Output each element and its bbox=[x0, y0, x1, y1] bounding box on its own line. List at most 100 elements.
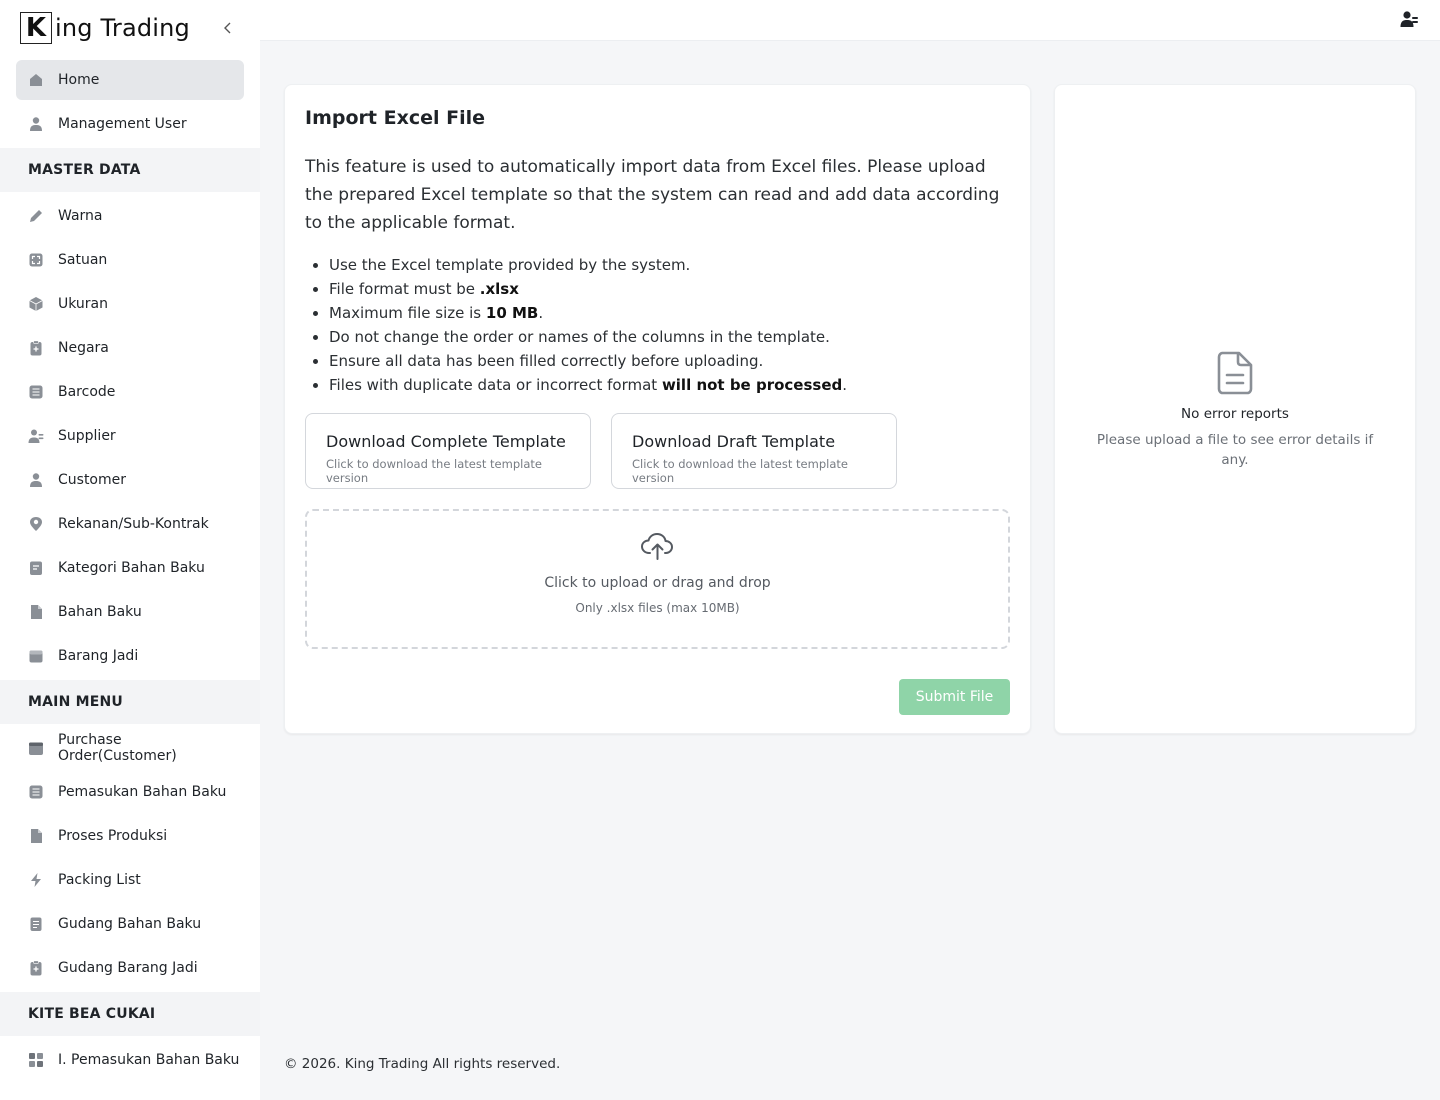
rule-item: File format must be .xlsx bbox=[329, 277, 1010, 301]
submit-file-button[interactable]: Submit File bbox=[899, 679, 1010, 715]
sidebar-section-header: MAIN MENU bbox=[0, 680, 260, 724]
sidebar-item-label: Management User bbox=[58, 116, 187, 132]
sidebar-item-home[interactable]: Home bbox=[16, 60, 244, 100]
sidebar-item-rekanan-sub-kontrak[interactable]: Rekanan/Sub-Kontrak bbox=[16, 504, 244, 544]
rule-text: Use the Excel template provided by the s… bbox=[329, 256, 691, 274]
sidebar-section-header: KITE BEA CUKAI bbox=[0, 992, 260, 1036]
sidebar-item-label: Barcode bbox=[58, 384, 116, 400]
sidebar-item-negara[interactable]: Negara bbox=[16, 328, 244, 368]
rule-text: Do not change the order or names of the … bbox=[329, 328, 830, 346]
dropzone-hint: Only .xlsx files (max 10MB) bbox=[575, 601, 740, 615]
brand-name: ing Trading bbox=[55, 14, 190, 42]
pen-icon bbox=[28, 208, 44, 224]
sidebar-item-customer[interactable]: Customer bbox=[16, 460, 244, 500]
rule-text: File format must be bbox=[329, 280, 480, 298]
file-lines-icon bbox=[28, 916, 44, 932]
rule-text: Maximum file size is bbox=[329, 304, 486, 322]
sidebar-item-label: Barang Jadi bbox=[58, 648, 139, 664]
sidebar-nav: Home Management User MASTER DATA Warna Satua… bbox=[0, 60, 260, 1080]
calendar-icon bbox=[28, 740, 44, 756]
footer-copyright: © 2026. King Trading All rights reserved… bbox=[284, 1056, 561, 1072]
sidebar-item-label: I. Pemasukan Bahan Baku bbox=[58, 1052, 240, 1068]
user-icon bbox=[28, 116, 44, 132]
sidebar-item-bahan-baku[interactable]: Bahan Baku bbox=[16, 592, 244, 632]
sidebar-item-label: Supplier bbox=[58, 428, 116, 444]
file-dropzone[interactable]: Click to upload or drag and drop Only .x… bbox=[305, 509, 1010, 649]
import-description: This feature is used to automatically im… bbox=[305, 157, 1000, 233]
sidebar-item-label: Customer bbox=[58, 472, 127, 488]
sidebar-item-label: Purchase Order(Customer) bbox=[58, 732, 177, 764]
sidebar-item-management-user[interactable]: Management User bbox=[16, 104, 244, 144]
grid-icon bbox=[28, 1052, 44, 1068]
user-icon bbox=[28, 472, 44, 488]
rule-item: Maximum file size is 10 MB. bbox=[329, 301, 1010, 325]
download-complete-subtitle: Click to download the latest template ve… bbox=[326, 457, 542, 485]
user-menu-icon[interactable] bbox=[1400, 10, 1420, 30]
sidebar-item-label: Satuan bbox=[58, 252, 108, 268]
document-icon bbox=[28, 828, 44, 844]
users-icon bbox=[28, 428, 44, 444]
rule-text: Files with duplicate data or incorrect f… bbox=[329, 376, 662, 394]
error-report-subtitle: Please upload a file to see error detail… bbox=[1096, 432, 1374, 468]
sidebar-item-satuan[interactable]: Satuan bbox=[16, 240, 244, 280]
download-draft-subtitle: Click to download the latest template ve… bbox=[632, 457, 848, 485]
download-complete-title: Download Complete Template bbox=[326, 432, 566, 451]
sidebar-item-kategori-bahan-baku[interactable]: Kategori Bahan Baku bbox=[16, 548, 244, 588]
sidebar-item-supplier[interactable]: Supplier bbox=[16, 416, 244, 456]
sidebar-item-label: Ukuran bbox=[58, 296, 109, 312]
sidebar-item-packing-list[interactable]: Packing List bbox=[16, 860, 244, 900]
document-icon bbox=[1216, 351, 1254, 395]
sidebar-item-purchase-order-customer[interactable]: Purchase Order(Customer) bbox=[16, 728, 244, 768]
rule-item: Files with duplicate data or incorrect f… bbox=[329, 373, 1010, 397]
download-draft-template-button[interactable]: Download Draft Template Click to downloa… bbox=[611, 413, 897, 489]
sidebar-item-label: Rekanan/Sub-Kontrak bbox=[58, 516, 209, 532]
list-box-icon bbox=[28, 384, 44, 400]
sidebar-item-label: Negara bbox=[58, 340, 109, 356]
sidebar-item-label: Gudang Barang Jadi bbox=[58, 960, 198, 976]
sidebar-item-warna[interactable]: Warna bbox=[16, 196, 244, 236]
home-icon bbox=[28, 72, 44, 88]
sidebar-item-label: Packing List bbox=[58, 872, 141, 888]
sidebar-item-ukuran[interactable]: Ukuran bbox=[16, 284, 244, 324]
import-rules: Use the Excel template provided by the s… bbox=[305, 253, 1010, 397]
sidebar-item-label: Warna bbox=[58, 208, 103, 224]
chevron-left-icon[interactable] bbox=[218, 18, 238, 38]
rule-emphasis: will not be processed bbox=[661, 376, 843, 394]
sidebar-item-label: Kategori Bahan Baku bbox=[58, 560, 205, 576]
clipboard-plus-icon bbox=[28, 960, 44, 976]
dropzone-text: Click to upload or drag and drop bbox=[544, 575, 771, 591]
sidebar-item-proses-produksi[interactable]: Proses Produksi bbox=[16, 816, 244, 856]
rule-item: Ensure all data has been filled correctl… bbox=[329, 349, 1010, 373]
sidebar-item-label: Home bbox=[58, 72, 100, 88]
rule-item: Use the Excel template provided by the s… bbox=[329, 253, 1010, 277]
sidebar-item-pemasukan-bahan-baku[interactable]: Pemasukan Bahan Baku bbox=[16, 772, 244, 812]
error-report-title: No error reports bbox=[1181, 406, 1289, 422]
sidebar-item-barang-jadi[interactable]: Barang Jadi bbox=[16, 636, 244, 676]
rule-suffix: . bbox=[842, 376, 848, 394]
rule-emphasis: 10 MB bbox=[485, 304, 539, 322]
expand-box-icon bbox=[28, 252, 44, 268]
download-complete-template-button[interactable]: Download Complete Template Click to down… bbox=[305, 413, 591, 489]
sidebar-item-gudang-bahan-baku[interactable]: Gudang Bahan Baku bbox=[16, 904, 244, 944]
brand[interactable]: K ing Trading bbox=[0, 0, 260, 56]
map-pin-icon bbox=[28, 516, 44, 532]
clipboard-plus-icon bbox=[28, 340, 44, 356]
list-box-icon bbox=[28, 784, 44, 800]
sidebar-section-header: MASTER DATA bbox=[0, 148, 260, 192]
rule-text: Ensure all data has been filled correctl… bbox=[329, 352, 764, 370]
cube-icon bbox=[28, 296, 44, 312]
sidebar-item-label: Bahan Baku bbox=[58, 604, 142, 620]
document-icon bbox=[28, 604, 44, 620]
download-buttons: Download Complete Template Click to down… bbox=[305, 413, 1010, 489]
topbar bbox=[260, 0, 1440, 41]
sidebar-item-gudang-barang-jadi[interactable]: Gudang Barang Jadi bbox=[16, 948, 244, 988]
error-report-card: No error reports Please upload a file to… bbox=[1054, 84, 1416, 734]
sidebar-item-label: Pemasukan Bahan Baku bbox=[58, 784, 227, 800]
rule-item: Do not change the order or names of the … bbox=[329, 325, 1010, 349]
box-icon bbox=[28, 648, 44, 664]
brand-logo: K bbox=[20, 12, 52, 44]
sidebar-item-label: Proses Produksi bbox=[58, 828, 168, 844]
sidebar-item-i-pemasukan-bahan-baku[interactable]: I. Pemasukan Bahan Baku bbox=[16, 1040, 244, 1080]
sidebar-item-barcode[interactable]: Barcode bbox=[16, 372, 244, 412]
rule-suffix: . bbox=[538, 304, 544, 322]
